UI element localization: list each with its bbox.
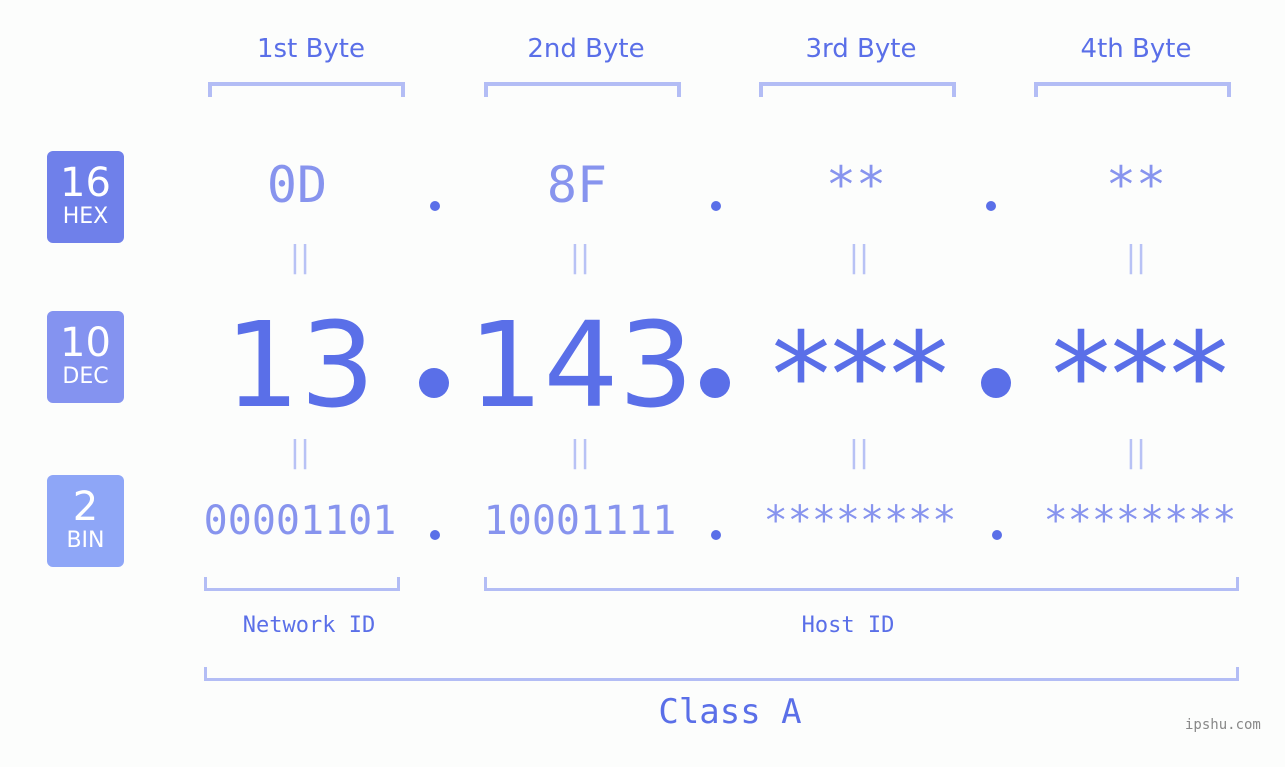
equals-icon: || (848, 435, 870, 470)
hex-separator-dot-1 (430, 201, 440, 211)
hex-byte-3: ** (825, 156, 887, 214)
byte-bracket-1 (208, 82, 405, 97)
class-label: Class A (658, 692, 802, 732)
dec-byte-2: 143 (468, 296, 694, 434)
watermark: ipshu.com (1185, 717, 1261, 733)
bin-byte-4: ******** (1043, 498, 1237, 544)
bin-byte-3: ******** (763, 498, 957, 544)
dec-byte-4: *** (1051, 306, 1229, 444)
network-id-label: Network ID (242, 613, 376, 638)
byte-bracket-2 (484, 82, 681, 97)
dec-badge: 10 DEC (47, 311, 124, 403)
hex-badge: 16 HEX (47, 151, 124, 243)
dec-byte-1: 13 (224, 296, 376, 434)
byte-header-4: 4th Byte (1080, 34, 1192, 64)
byte-header-1: 1st Byte (257, 34, 365, 64)
hex-byte-1: 0D (266, 156, 328, 214)
bin-separator-dot-3 (992, 530, 1002, 540)
equals-icon: || (569, 240, 591, 275)
dec-byte-3: *** (771, 306, 949, 444)
bin-separator-dot-1 (430, 530, 440, 540)
bin-base-label: BIN (66, 528, 105, 553)
hex-byte-4: ** (1105, 156, 1167, 214)
dec-separator-dot-1 (419, 368, 449, 398)
bin-byte-2: 10001111 (483, 498, 677, 544)
equals-icon: || (289, 240, 311, 275)
byte-header-3: 3rd Byte (805, 34, 917, 64)
equals-icon: || (848, 240, 870, 275)
hex-base-number: 16 (60, 160, 111, 206)
class-bracket (204, 667, 1239, 681)
hex-base-label: HEX (62, 204, 109, 229)
byte-bracket-3 (759, 82, 956, 97)
dec-base-number: 10 (60, 320, 111, 366)
equals-icon: || (569, 435, 591, 470)
bin-badge: 2 BIN (47, 475, 124, 567)
hex-separator-dot-2 (711, 201, 721, 211)
bin-separator-dot-2 (711, 530, 721, 540)
byte-header-2: 2nd Byte (527, 34, 645, 64)
host-id-bracket (484, 577, 1239, 591)
dec-separator-dot-3 (981, 368, 1011, 398)
hex-separator-dot-3 (986, 201, 996, 211)
network-id-bracket (204, 577, 400, 591)
bin-byte-1: 00001101 (203, 498, 397, 544)
equals-icon: || (1125, 435, 1147, 470)
dec-separator-dot-2 (700, 368, 730, 398)
byte-bracket-4 (1034, 82, 1231, 97)
dec-base-label: DEC (62, 364, 109, 389)
hex-byte-2: 8F (546, 156, 608, 214)
host-id-label: Host ID (801, 613, 895, 638)
equals-icon: || (289, 435, 311, 470)
bin-base-number: 2 (72, 484, 99, 530)
equals-icon: || (1125, 240, 1147, 275)
